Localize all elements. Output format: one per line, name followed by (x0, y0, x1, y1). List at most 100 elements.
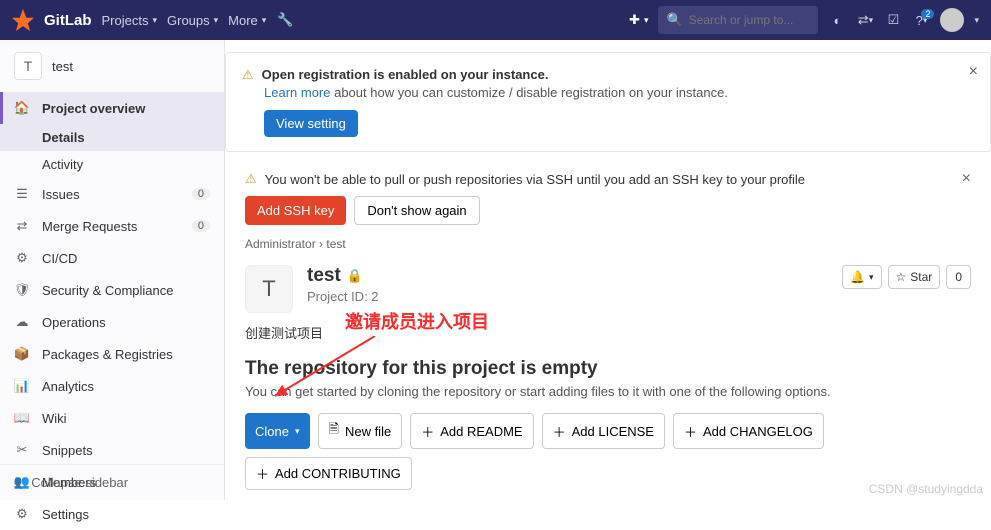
search-input[interactable] (689, 13, 844, 27)
star-button[interactable]: ☆ Star (888, 265, 941, 289)
sidebar-item-label: Packages & Registries (42, 347, 210, 362)
sidebar-icon: ☁ (14, 314, 30, 330)
sidebar-item-label: Settings (42, 507, 210, 522)
lock-icon: 🔒 (347, 268, 363, 284)
registration-alert: × ⚠ Open registration is enabled on your… (225, 52, 991, 152)
sidebar-item-label: Project overview (42, 101, 210, 116)
nav-projects[interactable]: Projects▾ (102, 13, 158, 28)
sidebar: T test 🏠Project overviewDetailsActivity☰… (0, 40, 225, 500)
sidebar-item-project-overview[interactable]: 🏠 Project overview (0, 92, 224, 124)
sidebar-item-analytics[interactable]: 📊 Analytics (0, 370, 224, 402)
star-count: 0 (946, 265, 971, 289)
action-row: Clone▾ 🗎New file ＋Add README ＋Add LICENS… (245, 413, 971, 490)
main: × ⚠ Open registration is enabled on your… (225, 40, 991, 500)
merge-requests-icon[interactable]: ⇄▾ (856, 11, 874, 29)
sidebar-item-security-compliance[interactable]: 🛡 Security & Compliance (0, 274, 224, 306)
sidebar-item-label: Snippets (42, 443, 210, 458)
sidebar-icon: 📊 (14, 378, 30, 394)
topbar: GitLab Projects▾ Groups▾ More▾ 🔧 ✚ ▾ 🔍 ◐… (0, 0, 991, 40)
new-file-button[interactable]: 🗎New file (318, 413, 403, 449)
empty-title: The repository for this project is empty (245, 358, 971, 380)
warning-icon: ⚠ (242, 67, 254, 83)
sidebar-item-operations[interactable]: ☁ Operations (0, 306, 224, 338)
sidebar-icon: ☰ (14, 186, 30, 202)
count-badge: 0 (192, 220, 210, 232)
sidebar-item-label: Security & Compliance (42, 283, 210, 298)
sidebar-subitem-activity[interactable]: Activity (0, 151, 224, 178)
dont-show-again-button[interactable]: Don't show again (354, 196, 479, 225)
sidebar-item-label: Merge Requests (42, 219, 180, 234)
sidebar-project-header[interactable]: T test (0, 40, 224, 92)
sidebar-item-issues[interactable]: ☰ Issues 0 (0, 178, 224, 210)
project-header: T test 🔒 Project ID: 2 🔔 ▾ ☆ Star 0 (245, 265, 971, 313)
empty-hint: You can get started by cloning the repos… (245, 384, 971, 399)
sidebar-icon: ⚙ (14, 506, 30, 522)
plus-icon: ＋ (256, 464, 269, 483)
sidebar-item-ci-cd[interactable]: ⚙ CI/CD (0, 242, 224, 274)
search-icon: 🔍 (666, 12, 682, 28)
plus-icon: ＋ (553, 422, 566, 441)
avatar[interactable] (940, 8, 964, 32)
admin-icon[interactable]: 🔧 (276, 11, 294, 29)
collapse-sidebar[interactable]: « Collapse sidebar (0, 464, 224, 500)
breadcrumb: Administrator › test (245, 229, 971, 265)
sidebar-item-label: Issues (42, 187, 180, 202)
sidebar-item-packages-registries[interactable]: 📦 Packages & Registries (0, 338, 224, 370)
sidebar-icon: ⇄ (14, 218, 30, 234)
add-license-button[interactable]: ＋Add LICENSE (542, 413, 665, 449)
sidebar-icon: ✂ (14, 442, 30, 458)
alert-title: Open registration is enabled on your ins… (262, 67, 549, 82)
add-contributing-button[interactable]: ＋Add CONTRIBUTING (245, 457, 412, 490)
crumb-project[interactable]: test (326, 237, 345, 251)
clone-dropdown[interactable]: Clone▾ (245, 413, 310, 449)
close-icon[interactable]: × (969, 63, 978, 81)
project-avatar-icon: T (245, 265, 293, 313)
close-icon[interactable]: × (962, 170, 971, 188)
ssh-alert: ⚠ You won't be able to pull or push repo… (245, 160, 971, 196)
sidebar-item-wiki[interactable]: 📖 Wiki (0, 402, 224, 434)
sidebar-item-merge-requests[interactable]: ⇄ Merge Requests 0 (0, 210, 224, 242)
add-changelog-button[interactable]: ＋Add CHANGELOG (673, 413, 824, 449)
add-readme-button[interactable]: ＋Add README (410, 413, 533, 449)
project-description: 创建测试项目 (245, 323, 971, 342)
warning-icon: ⚠ (245, 171, 257, 187)
gitlab-logo-icon (12, 9, 34, 31)
todo-icon[interactable]: ☑ (884, 11, 902, 29)
new-dropdown[interactable]: ✚ ▾ (629, 12, 648, 28)
sidebar-item-label: Wiki (42, 411, 210, 426)
ssh-alert-text: You won't be able to pull or push reposi… (265, 172, 805, 187)
project-id: Project ID: 2 (307, 289, 379, 304)
sidebar-icon: 📖 (14, 410, 30, 426)
sidebar-subitem-details[interactable]: Details (0, 124, 224, 151)
nav-more[interactable]: More▾ (228, 13, 266, 28)
sidebar-item-snippets[interactable]: ✂ Snippets (0, 434, 224, 466)
sidebar-icon: 🛡 (14, 282, 30, 298)
help-icon[interactable]: ?2▾ (912, 11, 930, 29)
crumb-owner[interactable]: Administrator (245, 237, 316, 251)
notification-dropdown[interactable]: 🔔 ▾ (842, 265, 881, 289)
sidebar-item-label: Operations (42, 315, 210, 330)
chevron-left-icon: « (14, 475, 21, 490)
sidebar-icon: 📦 (14, 346, 30, 362)
view-setting-button[interactable]: View setting (264, 110, 358, 137)
plus-icon: ＋ (684, 422, 697, 441)
nav-groups[interactable]: Groups▾ (167, 13, 218, 28)
project-letter-icon: T (14, 52, 42, 80)
count-badge: 0 (192, 188, 210, 200)
learn-more-link[interactable]: Learn more (264, 85, 330, 100)
sidebar-item-label: Analytics (42, 379, 210, 394)
sidebar-item-settings[interactable]: ⚙ Settings (0, 498, 224, 530)
sidebar-icon: 🏠 (14, 100, 30, 116)
add-ssh-key-button[interactable]: Add SSH key (245, 196, 346, 225)
alert-subtitle: Learn more about how you can customize /… (264, 85, 974, 100)
search-bar[interactable]: 🔍 (658, 6, 818, 34)
sidebar-project-name: test (52, 59, 73, 74)
sidebar-icon: ⚙ (14, 250, 30, 266)
project-title: test 🔒 (307, 265, 379, 287)
file-icon: 🗎 (329, 420, 339, 442)
issues-icon[interactable]: ◐ (828, 11, 846, 29)
sidebar-item-label: CI/CD (42, 251, 210, 266)
watermark: CSDN @studyingdda (869, 482, 983, 496)
plus-icon: ＋ (421, 422, 434, 441)
brand[interactable]: GitLab (44, 12, 92, 29)
